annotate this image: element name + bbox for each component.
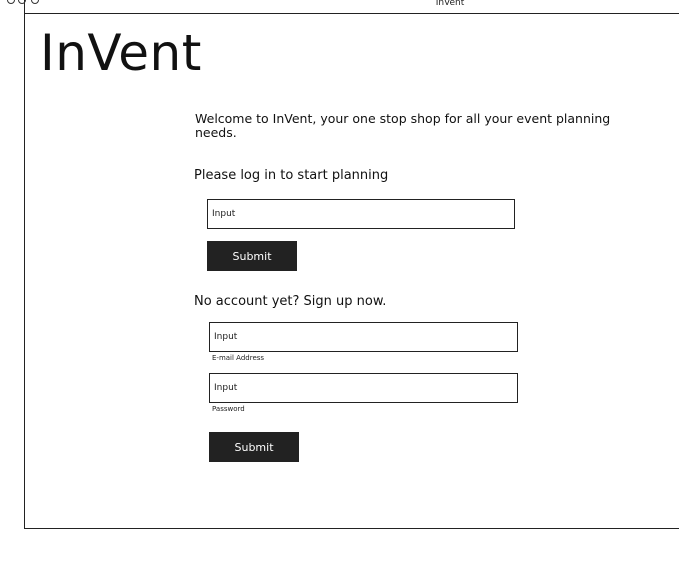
app-title: InVent <box>40 24 202 82</box>
signup-heading: No account yet? Sign up now. <box>194 294 387 309</box>
login-submit-button[interactable]: Submit <box>207 241 297 271</box>
password-field-caption: Password <box>212 405 245 413</box>
window-close-dot-icon[interactable] <box>7 0 15 4</box>
email-field-caption: E-mail Address <box>212 354 265 362</box>
welcome-text: Welcome to InVent, your one stop shop fo… <box>195 111 611 140</box>
email-field-placeholder: Input <box>214 332 238 342</box>
password-field-placeholder: Input <box>214 383 238 393</box>
signup-submit-button[interactable]: Submit <box>209 432 299 462</box>
window-titlebar: InVent <box>7 0 679 14</box>
login-heading: Please log in to start planning <box>194 168 389 183</box>
login-input[interactable]: Input <box>207 199 515 229</box>
password-field[interactable]: Input <box>209 373 518 403</box>
email-field[interactable]: Input <box>209 322 518 352</box>
login-input-placeholder: Input <box>212 209 236 219</box>
window-title: InVent <box>435 0 465 8</box>
